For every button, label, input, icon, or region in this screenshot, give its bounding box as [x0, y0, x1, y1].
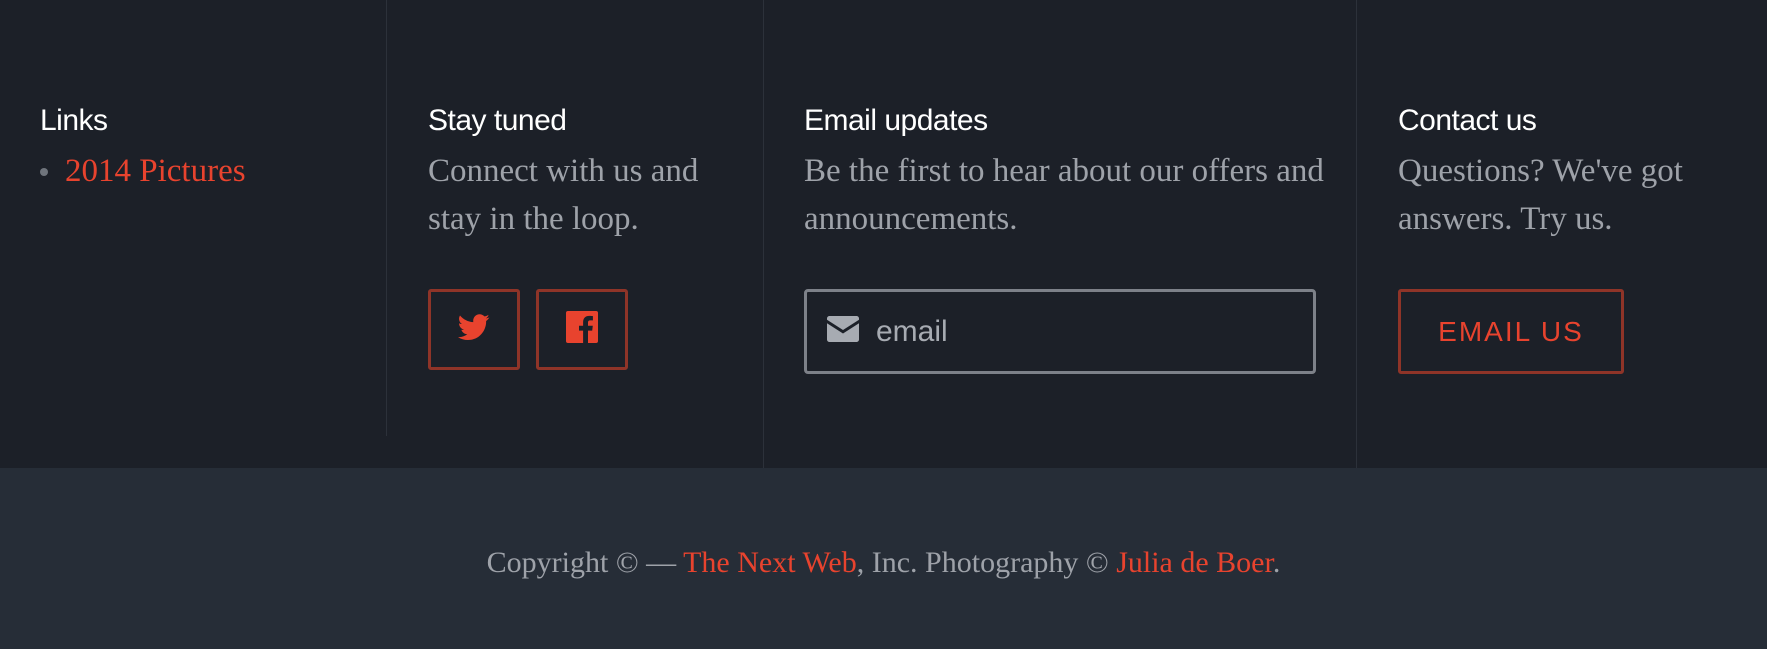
column-divider	[386, 0, 387, 436]
contact-heading: Contact us	[1398, 104, 1537, 137]
email-field[interactable]	[804, 289, 1316, 374]
contact-column: Contact us Questions? We've got answers.…	[1398, 100, 1728, 374]
column-divider	[1356, 0, 1357, 468]
stay-tuned-column: Stay tuned Connect with us and stay in t…	[428, 100, 738, 370]
copyright-suffix: .	[1272, 545, 1281, 579]
contact-text: Questions? We've got answers. Try us.	[1398, 153, 1683, 237]
copyright-prefix: Copyright © —	[486, 545, 684, 579]
email-updates-heading: Email updates	[804, 104, 988, 137]
copyright-text: Copyright © — The Next Web, Inc. Photogr…	[487, 546, 1281, 580]
email-updates-column: Email updates Be the first to hear about…	[804, 100, 1324, 374]
facebook-icon	[566, 311, 598, 348]
stay-tuned-heading: Stay tuned	[428, 104, 567, 137]
link-2014-pictures[interactable]: 2014 Pictures	[65, 153, 246, 190]
email-input[interactable]	[874, 313, 1278, 350]
twitter-icon	[458, 313, 490, 346]
email-updates-text: Be the first to hear about our offers an…	[804, 153, 1324, 237]
twitter-button[interactable]	[428, 289, 520, 370]
list-item: 2014 Pictures	[40, 147, 360, 195]
envelope-icon	[827, 316, 859, 347]
links-list: 2014 Pictures	[40, 147, 360, 195]
links-heading: Links	[40, 104, 108, 137]
copyright-middle: , Inc. Photography ©	[856, 545, 1117, 579]
column-divider	[763, 0, 764, 468]
facebook-button[interactable]	[536, 289, 628, 370]
bullet-icon	[40, 168, 48, 176]
footer-bottom: Copyright © — The Next Web, Inc. Photogr…	[0, 468, 1767, 649]
footer-top: Links 2014 Pictures Stay tuned Connect w…	[0, 0, 1767, 468]
julia-de-boer-link[interactable]: Julia de Boer	[1116, 546, 1273, 579]
social-buttons	[428, 289, 738, 370]
the-next-web-link[interactable]: The Next Web	[683, 546, 857, 579]
links-column: Links 2014 Pictures	[40, 100, 360, 195]
stay-tuned-text: Connect with us and stay in the loop.	[428, 153, 699, 237]
email-us-button[interactable]: EMAIL US	[1398, 289, 1624, 374]
